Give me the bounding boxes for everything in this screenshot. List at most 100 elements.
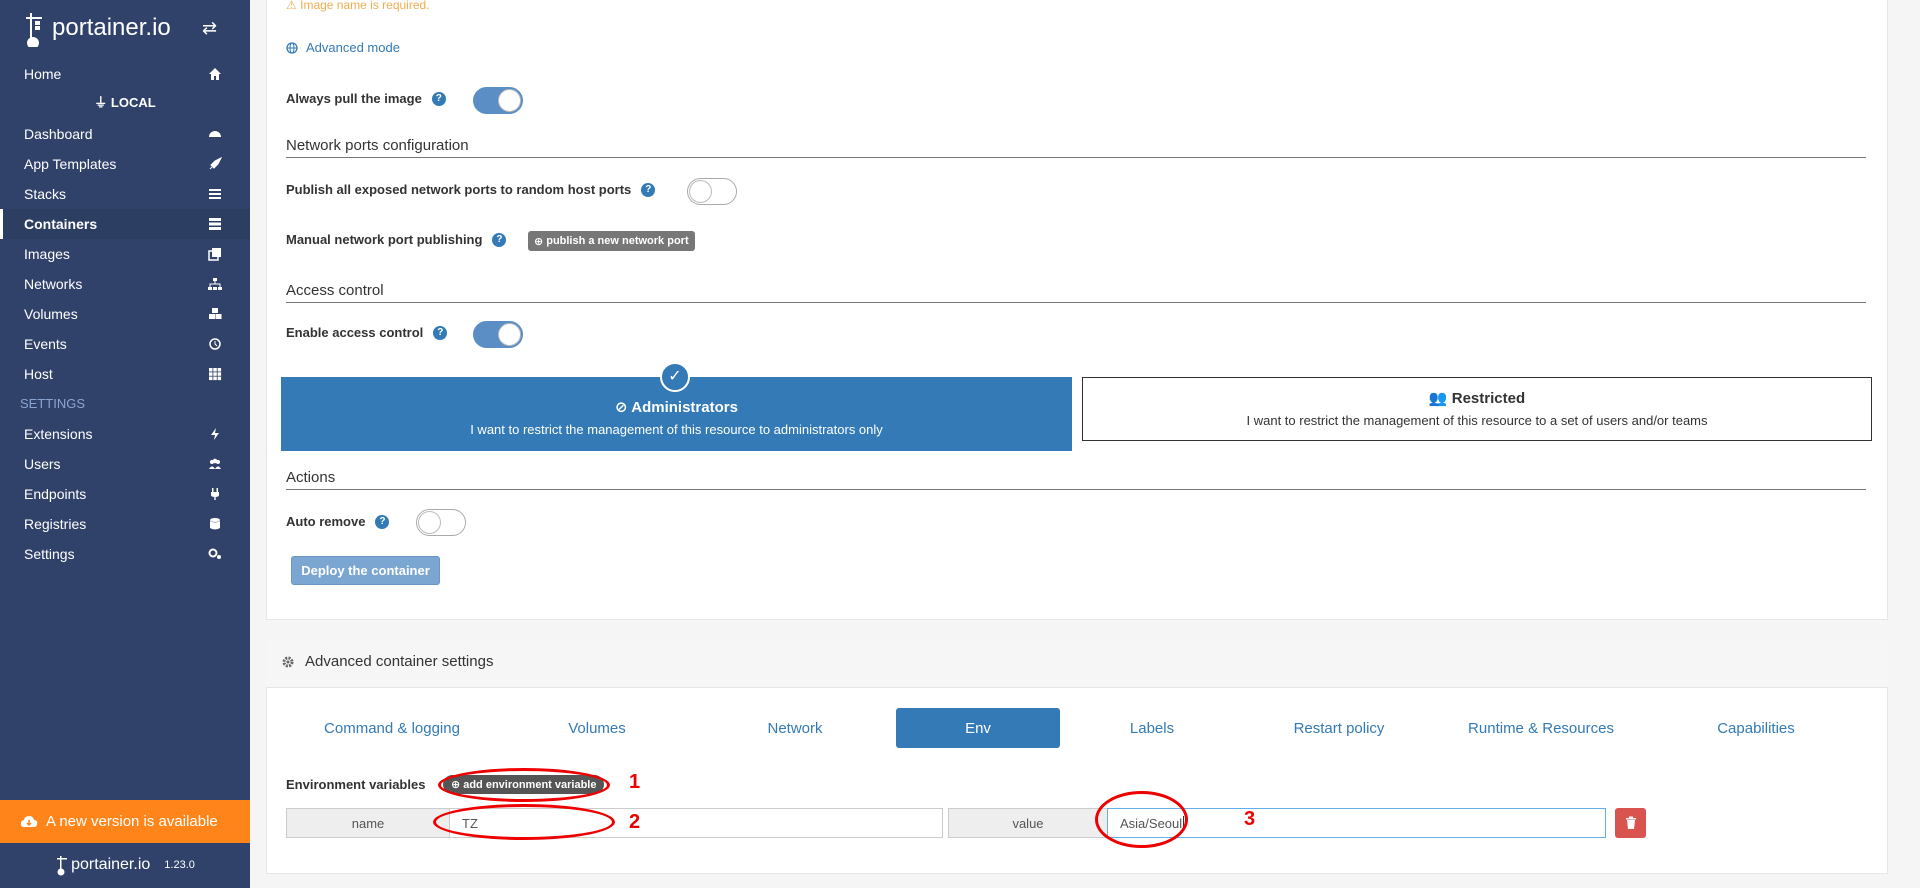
version-label: 1.23.0 — [164, 859, 195, 871]
portainer-logo[interactable]: portainer.io — [24, 6, 171, 50]
sidebar-item-app-templates[interactable]: App Templates — [0, 149, 250, 179]
help-icon[interactable]: ? — [641, 182, 656, 197]
home-icon — [209, 68, 221, 80]
auto-remove-text: Auto remove — [286, 514, 366, 529]
rocket-icon — [209, 157, 222, 170]
trash-icon — [1625, 816, 1636, 829]
database-icon — [210, 518, 220, 530]
auto-remove-label: Auto remove ? — [286, 514, 390, 529]
sidebar-item-label: App Templates — [24, 156, 117, 172]
publish-all-text: Publish all exposed network ports to ran… — [286, 182, 632, 197]
help-icon[interactable]: ? — [375, 514, 390, 529]
help-icon[interactable]: ? — [431, 91, 446, 106]
advanced-mode-link[interactable]: Advanced mode — [286, 40, 400, 55]
sidebar-item-label: Home — [24, 66, 62, 82]
remove-env-button[interactable] — [1615, 808, 1646, 838]
portainer-footer-logo-icon — [57, 856, 68, 876]
tab-labels[interactable]: Labels — [1060, 708, 1244, 748]
tab-capabilities[interactable]: Capabilities — [1664, 708, 1848, 748]
help-icon[interactable]: ? — [433, 325, 448, 340]
server-icon — [209, 218, 221, 230]
env-variables-label: Environment variables — [286, 777, 426, 792]
sidebar-item-label: Events — [24, 336, 67, 352]
sidebar-item-extensions[interactable]: Extensions — [0, 419, 250, 449]
sidebar-item-label: Registries — [24, 516, 87, 532]
enable-access-toggle[interactable] — [473, 321, 523, 348]
annotation-number-2: 2 — [629, 811, 641, 833]
publish-all-toggle[interactable] — [687, 178, 737, 205]
help-icon[interactable]: ? — [492, 232, 507, 247]
sidebar-item-endpoints[interactable]: Endpoints — [0, 479, 250, 509]
restricted-title-text: Restricted — [1451, 390, 1526, 407]
sidebar-item-events[interactable]: Events — [0, 329, 250, 359]
cogs-icon — [208, 548, 221, 559]
sidebar-item-label: Host — [24, 366, 53, 382]
auto-remove-toggle[interactable] — [416, 509, 466, 536]
sidebar-item-label: Dashboard — [24, 126, 93, 142]
deploy-container-button[interactable]: Deploy the container — [291, 556, 440, 585]
endpoint-label: LOCAL — [110, 95, 156, 110]
portainer-logo-icon — [26, 13, 42, 47]
tab-restart-policy[interactable]: Restart policy — [1247, 708, 1431, 748]
sidebar-item-label: Volumes — [24, 306, 78, 322]
tab-volumes[interactable]: Volumes — [505, 708, 689, 748]
update-notice[interactable]: A new version is available — [0, 800, 250, 843]
publish-all-label: Publish all exposed network ports to ran… — [286, 182, 656, 197]
advanced-settings-title-text: Advanced container settings — [305, 653, 494, 670]
advanced-settings-header — [266, 638, 1888, 688]
annotation-number-1: 1 — [629, 771, 641, 793]
tab-env[interactable]: Env — [896, 708, 1060, 748]
history-icon — [209, 338, 221, 350]
image-warning-text: Image name is required. — [300, 0, 430, 12]
sitemap-icon — [208, 278, 222, 290]
sidebar-item-label: Stacks — [24, 186, 67, 202]
sidebar-item-containers[interactable]: Containers — [0, 209, 250, 239]
publish-port-button[interactable]: ⊕ publish a new network port — [528, 231, 695, 251]
annotation-number-3: 3 — [1244, 808, 1256, 830]
th-icon — [209, 368, 222, 381]
access-section-title: Access control — [286, 282, 1866, 303]
enable-access-text: Enable access control — [286, 325, 424, 340]
sidebar-item-networks[interactable]: Networks — [0, 269, 250, 299]
image-warning: ⚠ Image name is required. — [286, 0, 430, 12]
cog-icon — [282, 656, 294, 667]
toggle-knob — [498, 323, 521, 346]
sidebar-item-label: Users — [24, 456, 61, 472]
users-icon — [209, 458, 221, 469]
actions-section-title: Actions — [286, 469, 1866, 490]
always-pull-toggle[interactable] — [473, 87, 523, 114]
sidebar-item-stacks[interactable]: Stacks — [0, 179, 250, 209]
always-pull-text: Always pull the image — [286, 91, 422, 106]
tab-network[interactable]: Network — [703, 708, 887, 748]
cubes-icon — [209, 308, 222, 319]
sidebar-item-images[interactable]: Images — [0, 239, 250, 269]
sidebar-item-users[interactable]: Users — [0, 449, 250, 479]
sidebar-item-host[interactable]: Host — [0, 359, 250, 389]
sidebar-item-home[interactable]: Home — [0, 59, 250, 89]
sidebar-item-settings[interactable]: Settings — [0, 539, 250, 569]
sidebar-item-dashboard[interactable]: Dashboard — [0, 119, 250, 149]
sidebar-toggle-icon[interactable]: ⇄ — [202, 18, 217, 39]
tab-runtime-resources[interactable]: Runtime & Resources — [1446, 708, 1636, 748]
sidebar-item-label: Images — [24, 246, 70, 262]
sidebar-item-label: Containers — [24, 216, 98, 232]
sidebar-item-label: Endpoints — [24, 486, 87, 502]
settings-heading: SETTINGS — [20, 396, 86, 411]
toggle-knob — [689, 180, 712, 203]
advanced-mode-text: Advanced mode — [306, 40, 400, 55]
dashboard-icon — [209, 131, 221, 137]
toggle-knob — [498, 89, 521, 112]
annotation-ellipse-1 — [438, 768, 610, 802]
env-value-addon: value — [948, 808, 1108, 838]
globe-icon — [286, 41, 298, 54]
sidebar-item-volumes[interactable]: Volumes — [0, 299, 250, 329]
sidebar-item-label: Networks — [24, 276, 83, 292]
sidebar-item-registries[interactable]: Registries — [0, 509, 250, 539]
tab-command-logging[interactable]: Command & logging — [300, 708, 484, 748]
footer-brand: portainer.io — [71, 856, 151, 873]
restricted-option[interactable]: 👥 Restricted I want to restrict the mana… — [1082, 377, 1872, 441]
cloud-download-icon — [20, 815, 38, 827]
advanced-settings-title: Advanced container settings — [281, 653, 493, 670]
plug-icon — [211, 488, 219, 500]
always-pull-label: Always pull the image ? — [286, 91, 446, 106]
